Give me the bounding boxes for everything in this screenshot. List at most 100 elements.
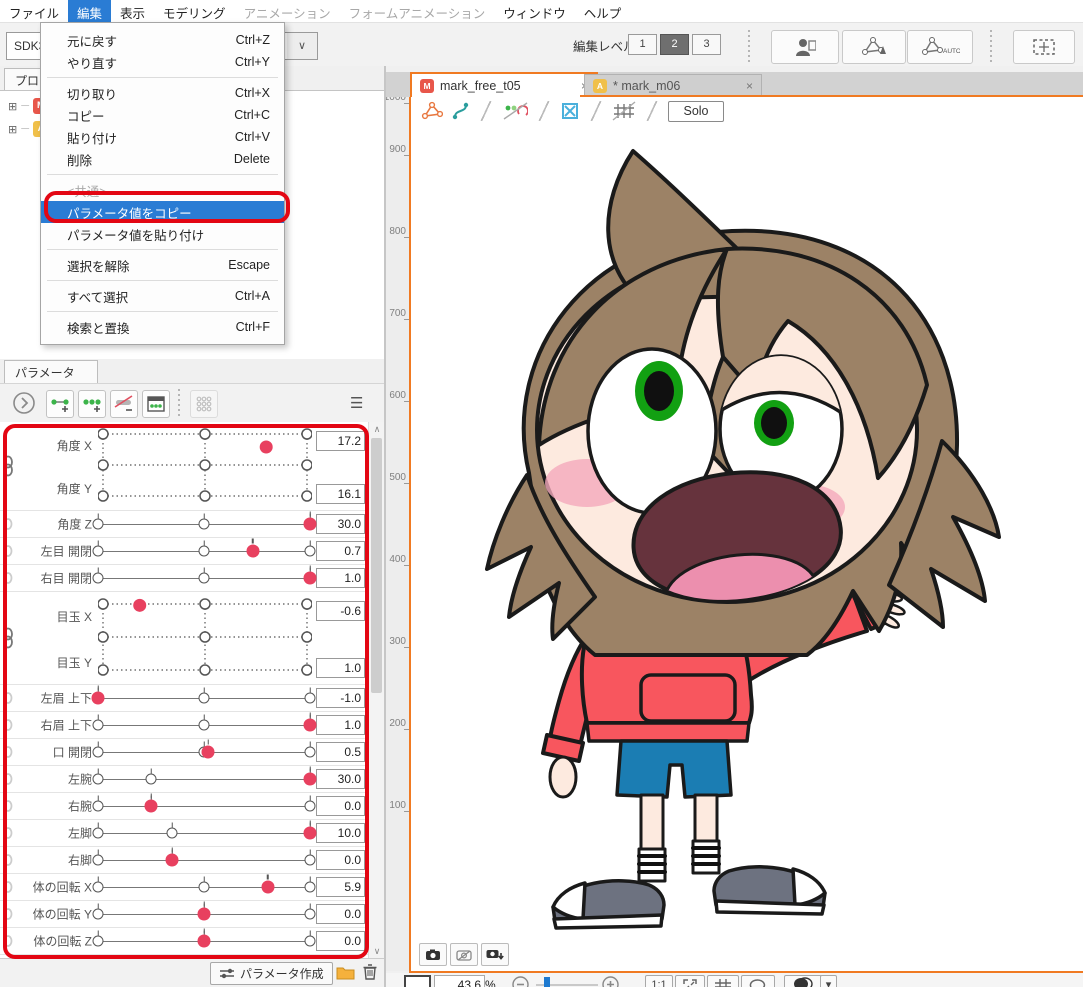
- parameter-row[interactable]: 右腕0.0: [0, 793, 368, 820]
- parameter-row[interactable]: 体の回転 Y0.0: [0, 901, 368, 928]
- parameter-slider[interactable]: [98, 820, 310, 846]
- chevron-down-icon[interactable]: ∨: [287, 33, 317, 59]
- tab-animation-mark-m06[interactable]: A * mark_m06 ×: [584, 74, 762, 97]
- parameter-slider[interactable]: [98, 511, 310, 537]
- parameter-value[interactable]: 5.9: [316, 877, 365, 897]
- mesh-edit-icon[interactable]: [421, 101, 443, 121]
- selection-area-button[interactable]: [1013, 30, 1075, 64]
- parameter-row[interactable]: 右目 開閉1.0: [0, 565, 368, 592]
- menu-item[interactable]: ファイル: [0, 0, 68, 22]
- parameter-row[interactable]: 左眉 上下-1.0: [0, 685, 368, 712]
- deformer-icon[interactable]: [560, 101, 580, 121]
- scroll-up-icon[interactable]: ∧: [369, 422, 385, 436]
- opacity-dropdown-icon[interactable]: ▾: [820, 975, 837, 987]
- grid-toggle-button[interactable]: [707, 975, 739, 987]
- parameter-value[interactable]: 1.0: [316, 715, 365, 735]
- parameter-slider[interactable]: [98, 739, 310, 765]
- menu-item[interactable]: 貼り付けCtrl+V: [41, 126, 284, 148]
- trash-icon[interactable]: [362, 963, 378, 981]
- solo-button[interactable]: Solo: [668, 101, 724, 122]
- parameter-value[interactable]: 17.2: [316, 431, 365, 451]
- parameter-value[interactable]: -0.6: [316, 601, 365, 621]
- zoom-in-icon[interactable]: [602, 976, 619, 987]
- parameter-row[interactable]: 右眉 上下1.0: [0, 712, 368, 739]
- parameter-row[interactable]: 体の回転 X5.9: [0, 874, 368, 901]
- menu-item[interactable]: <共通>: [41, 179, 284, 201]
- parameter-row[interactable]: 左腕30.0: [0, 766, 368, 793]
- scroll-down-icon[interactable]: ∨: [369, 944, 385, 958]
- menu-icon[interactable]: ☰: [350, 394, 363, 412]
- camera-export-button[interactable]: [481, 943, 509, 966]
- parameter-pad-row[interactable]: 目玉 X目玉 Y-0.61.0: [0, 592, 368, 685]
- edit-level-3-button[interactable]: 3: [692, 34, 721, 55]
- panel-divider[interactable]: [384, 66, 386, 987]
- grid-icon[interactable]: [612, 101, 636, 121]
- parameter-slider[interactable]: [98, 712, 310, 738]
- menu-item[interactable]: フォームアニメーション: [340, 0, 495, 22]
- menu-item[interactable]: 削除Delete: [41, 148, 284, 170]
- parameter-slider[interactable]: [98, 928, 310, 954]
- parameter-value[interactable]: 10.0: [316, 823, 365, 843]
- vertex-auto-tool-button[interactable]: AUTO: [907, 30, 973, 64]
- scrollbar-thumb[interactable]: [371, 438, 382, 693]
- fit-view-button[interactable]: [675, 975, 705, 987]
- multi-key-grid-button[interactable]: [190, 390, 218, 418]
- vertex-pen-tool-button[interactable]: [842, 30, 906, 64]
- remove-key-button[interactable]: [110, 390, 138, 418]
- menu-item[interactable]: すべて選択Ctrl+A: [41, 285, 284, 307]
- character-model[interactable]: [437, 145, 1057, 935]
- parameter-value[interactable]: 0.7: [316, 541, 365, 561]
- model-viewport[interactable]: Solo: [409, 97, 1083, 973]
- onion-skin-icon[interactable]: [502, 101, 528, 121]
- key-edit-dialog-button[interactable]: [142, 390, 170, 418]
- parameter-row[interactable]: 体の回転 Z0.0: [0, 928, 368, 955]
- parameter-slider[interactable]: [98, 793, 310, 819]
- parameter-pad-row[interactable]: 角度 X角度 Y17.216.1: [0, 422, 368, 511]
- parameter-value[interactable]: -1.0: [316, 688, 365, 708]
- close-icon[interactable]: ×: [746, 79, 753, 93]
- menu-item[interactable]: ヘルプ: [575, 0, 631, 22]
- menu-item[interactable]: ウィンドウ: [494, 0, 575, 22]
- parameter-value[interactable]: 0.0: [316, 796, 365, 816]
- expand-rows-icon[interactable]: [12, 391, 36, 415]
- menu-item[interactable]: モデリング: [154, 0, 235, 22]
- parameter-value[interactable]: 1.0: [316, 658, 365, 678]
- edit-level-2-button[interactable]: 2: [660, 34, 689, 55]
- zoom-value-field[interactable]: 43.6: [434, 975, 485, 987]
- parameter-slider[interactable]: [98, 685, 310, 711]
- parameter-value[interactable]: 0.0: [316, 931, 365, 951]
- path-edit-icon[interactable]: [452, 101, 470, 121]
- camera-disabled-button[interactable]: [450, 943, 478, 966]
- parameter-value[interactable]: 0.0: [316, 850, 365, 870]
- menu-item[interactable]: やり直すCtrl+Y: [41, 51, 284, 73]
- expander-icon[interactable]: ⊞: [8, 100, 17, 113]
- background-color-swatch[interactable]: [404, 975, 431, 987]
- zoom-100-button[interactable]: 1:1: [645, 975, 673, 987]
- menu-item[interactable]: パラメータ値を貼り付け: [41, 223, 284, 245]
- menu-item[interactable]: アニメーション: [235, 0, 340, 22]
- parameter-slider[interactable]: [98, 538, 310, 564]
- parameter-scrollbar[interactable]: ∧ ∨: [368, 422, 385, 958]
- parameter-value[interactable]: 16.1: [316, 484, 365, 504]
- rotate-view-button[interactable]: [741, 975, 775, 987]
- parameter-row[interactable]: 口 開閉0.5: [0, 739, 368, 766]
- expander-icon[interactable]: ⊞: [8, 123, 17, 136]
- parameter-slider[interactable]: [98, 874, 310, 900]
- parameter-slider[interactable]: [98, 565, 310, 591]
- menu-item[interactable]: 選択を解除Escape: [41, 254, 284, 276]
- create-parameter-button[interactable]: パラメータ作成: [210, 962, 333, 985]
- add-key-2point-button[interactable]: [46, 390, 74, 418]
- zoom-out-icon[interactable]: [512, 976, 529, 987]
- parameter-value[interactable]: 30.0: [316, 514, 365, 534]
- parameter-value[interactable]: 1.0: [316, 568, 365, 588]
- parameter-row[interactable]: 右脚0.0: [0, 847, 368, 874]
- add-key-3point-button[interactable]: [78, 390, 106, 418]
- tab-model-mark-free-t05[interactable]: M mark_free_t05 ×: [410, 72, 598, 97]
- menu-item[interactable]: コピーCtrl+C: [41, 104, 284, 126]
- parameter-value[interactable]: 0.0: [316, 904, 365, 924]
- parameter-slider[interactable]: [98, 766, 310, 792]
- parameter-slider[interactable]: [98, 901, 310, 927]
- model-image-view-button[interactable]: [771, 30, 839, 64]
- menu-item[interactable]: 切り取りCtrl+X: [41, 82, 284, 104]
- menu-item[interactable]: 元に戻すCtrl+Z: [41, 29, 284, 51]
